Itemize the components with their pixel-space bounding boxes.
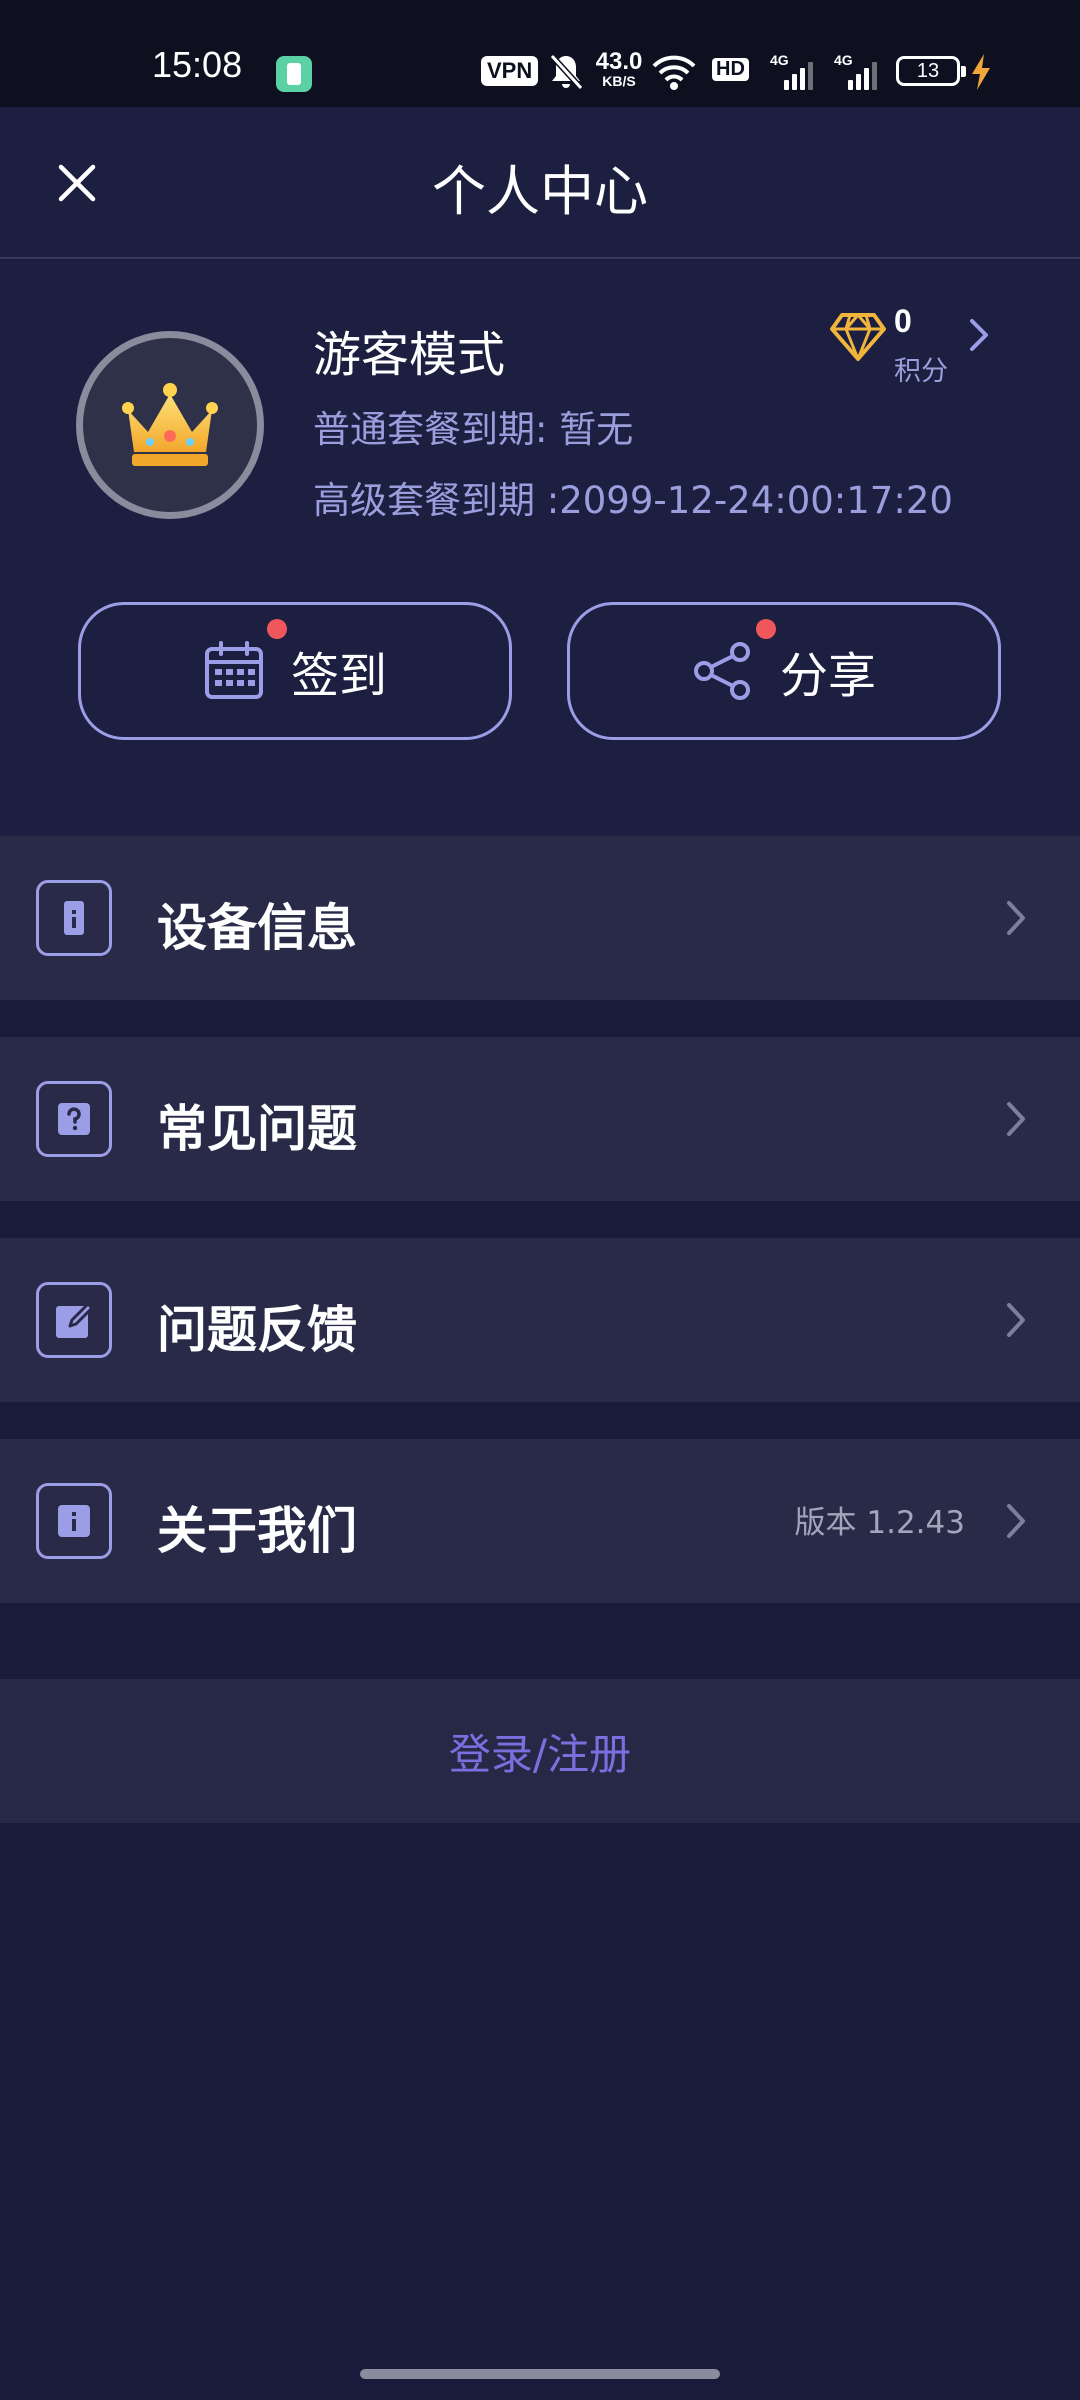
chevron-right-icon <box>1007 901 1025 935</box>
login-register-button[interactable]: 登录/注册 <box>0 1679 1080 1823</box>
signal-label-sim2: 4G <box>834 52 853 68</box>
menu-item-about-us[interactable]: 关于我们 版本 1.2.43 <box>0 1439 1080 1603</box>
share-button[interactable]: 分享 <box>567 602 1001 740</box>
header: 个人中心 <box>0 107 1080 259</box>
device-icon <box>36 880 112 956</box>
sign-in-badge-dot <box>267 619 287 639</box>
sign-in-label: 签到 <box>290 648 387 704</box>
avatar[interactable] <box>76 331 264 519</box>
share-badge-dot <box>756 619 776 639</box>
signal-icon-sim2: 4G <box>834 52 878 92</box>
info-icon <box>36 1483 112 1559</box>
menu-label: 问题反馈 <box>157 1301 357 1359</box>
premium-plan-expiry: 高级套餐到期 :2099-12-24:00:17:20 <box>313 479 953 522</box>
menu-label: 常见问题 <box>157 1100 357 1158</box>
mute-bell-icon <box>549 53 584 91</box>
network-speed-value: 43.0 <box>595 48 643 75</box>
status-bar: 15:08 VPN 43.0 KB/S HD 4G 4G 13 <box>0 0 1080 107</box>
app-version: 版本 1.2.43 <box>794 1505 965 1541</box>
chevron-right-icon <box>970 319 988 351</box>
signal-label-sim1: 4G <box>770 52 789 68</box>
user-name: 游客模式 <box>313 327 506 383</box>
battery-icon: 13 <box>896 56 966 86</box>
chevron-right-icon <box>1007 1504 1025 1538</box>
share-label: 分享 <box>779 648 876 704</box>
menu-item-feedback[interactable]: 问题反馈 <box>0 1238 1080 1402</box>
share-icon <box>693 642 750 700</box>
points-entry[interactable]: 0 积分 <box>830 299 1000 387</box>
question-icon <box>36 1081 112 1157</box>
sign-in-button[interactable]: 签到 <box>78 602 512 740</box>
page-title: 个人中心 <box>432 160 648 223</box>
chevron-right-icon <box>1007 1303 1025 1337</box>
signal-icon-sim1: 4G <box>770 52 814 92</box>
wifi-icon <box>652 55 696 90</box>
menu-item-device-info[interactable]: 设备信息 <box>0 836 1080 1000</box>
network-speed-unit: KB/S <box>602 73 636 89</box>
chevron-right-icon <box>1007 1102 1025 1136</box>
hd-voice-badge: HD <box>712 58 749 81</box>
profile-card: 游客模式 普通套餐到期: 暂无 高级套餐到期 :2099-12-24:00:17… <box>0 261 1080 836</box>
charging-icon <box>972 54 990 90</box>
menu-item-faq[interactable]: 常见问题 <box>0 1037 1080 1201</box>
calendar-icon <box>204 641 263 699</box>
menu-label: 设备信息 <box>157 899 357 957</box>
diamond-icon <box>830 313 886 361</box>
vpn-badge: VPN <box>481 56 539 86</box>
points-value: 0 <box>894 303 912 339</box>
menu-label: 关于我们 <box>157 1502 357 1560</box>
edit-icon <box>36 1282 112 1358</box>
home-indicator[interactable] <box>360 2369 720 2379</box>
network-speed: 43.0 KB/S <box>594 48 644 89</box>
login-register-label: 登录/注册 <box>448 1729 632 1779</box>
points-label: 积分 <box>894 356 948 387</box>
app-notification-icon <box>276 56 312 92</box>
status-time: 15:08 <box>152 44 243 85</box>
normal-plan-expiry: 普通套餐到期: 暂无 <box>313 408 634 451</box>
app-screen: 15:08 VPN 43.0 KB/S HD 4G 4G 13 个人中心 游客模… <box>0 0 1080 2400</box>
crown-icon <box>122 383 218 466</box>
